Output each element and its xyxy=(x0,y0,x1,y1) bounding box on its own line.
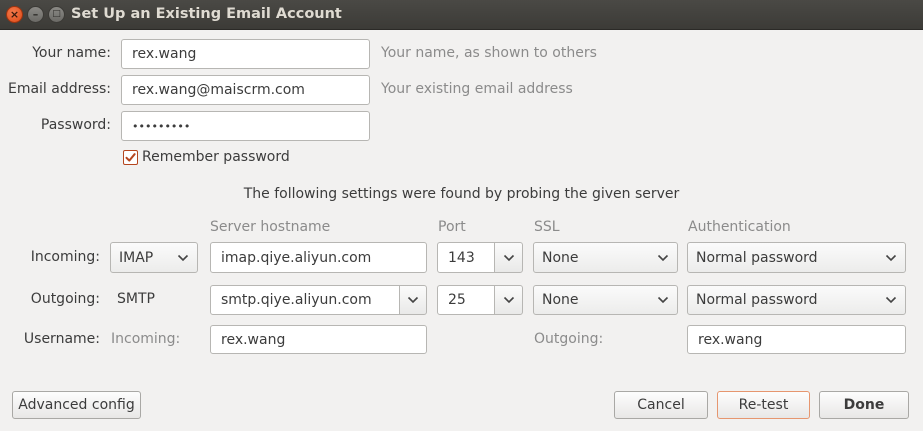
outgoing-hostname-input[interactable]: smtp.qiye.aliyun.com xyxy=(210,285,400,315)
incoming-ssl-select[interactable]: None xyxy=(533,242,678,273)
password-input[interactable]: ••••••••• xyxy=(121,111,370,141)
maximize-icon: □ xyxy=(52,9,61,19)
username-outgoing-label: Outgoing: xyxy=(534,331,604,347)
incoming-protocol-value: IMAP xyxy=(119,249,154,266)
incoming-authentication-value: Normal password xyxy=(696,249,818,266)
cancel-button[interactable]: Cancel xyxy=(614,391,708,419)
ssl-header: SSL xyxy=(534,219,560,235)
remember-password-checkbox[interactable] xyxy=(123,150,138,165)
minimize-window-button[interactable]: – xyxy=(27,6,44,23)
close-window-button[interactable]: × xyxy=(6,6,23,23)
your-name-input[interactable]: rex.wang xyxy=(121,39,370,69)
username-label: Username: xyxy=(23,331,100,347)
incoming-protocol-select[interactable]: IMAP xyxy=(110,242,198,273)
window-title: Set Up an Existing Email Account xyxy=(71,6,342,22)
outgoing-hostname-dropdown-button[interactable] xyxy=(399,285,427,315)
username-incoming-label: Incoming: xyxy=(111,331,181,347)
incoming-hostname-input[interactable]: imap.qiye.aliyun.com xyxy=(210,242,427,273)
outgoing-label: Outgoing: xyxy=(30,291,100,307)
chevron-down-icon xyxy=(885,296,897,304)
checkmark-icon xyxy=(125,153,136,162)
server-hostname-header: Server hostname xyxy=(210,219,331,235)
remember-password-label[interactable]: Remember password xyxy=(142,149,290,165)
done-button[interactable]: Done xyxy=(819,391,909,419)
probe-message: The following settings were found by pro… xyxy=(243,186,680,202)
chevron-down-icon xyxy=(657,296,669,304)
maximize-window-button[interactable]: □ xyxy=(48,6,65,23)
outgoing-port-input[interactable]: 25 xyxy=(437,285,495,315)
outgoing-port-dropdown-button[interactable] xyxy=(494,285,523,315)
incoming-username-input[interactable]: rex.wang xyxy=(210,325,427,354)
outgoing-authentication-value: Normal password xyxy=(696,292,818,308)
outgoing-ssl-select[interactable]: None xyxy=(533,285,678,315)
incoming-port-dropdown-button[interactable] xyxy=(494,242,523,273)
chevron-down-icon xyxy=(503,254,514,261)
close-icon: × xyxy=(9,8,20,21)
chevron-down-icon xyxy=(885,254,897,261)
title-bar: × – □ Set Up an Existing Email Account xyxy=(0,0,923,30)
authentication-header: Authentication xyxy=(688,219,791,235)
email-address-input[interactable]: rex.wang@maiscrm.com xyxy=(121,75,370,105)
chevron-down-icon xyxy=(407,296,419,304)
outgoing-protocol: SMTP xyxy=(117,291,155,307)
incoming-ssl-value: None xyxy=(542,249,579,266)
outgoing-username-input[interactable]: rex.wang xyxy=(687,325,906,354)
chevron-down-icon xyxy=(657,254,669,261)
password-label: Password: xyxy=(40,117,111,133)
chevron-down-icon xyxy=(503,296,514,304)
incoming-label: Incoming: xyxy=(30,249,100,265)
your-name-hint: Your name, as shown to others xyxy=(381,45,597,61)
port-header: Port xyxy=(438,219,466,235)
email-address-hint: Your existing email address xyxy=(381,81,573,97)
advanced-config-button[interactable]: Advanced config xyxy=(12,391,141,419)
outgoing-ssl-value: None xyxy=(542,292,579,308)
incoming-authentication-select[interactable]: Normal password xyxy=(687,242,906,273)
chevron-down-icon xyxy=(177,254,189,261)
minimize-icon: – xyxy=(32,8,39,21)
retest-button[interactable]: Re-test xyxy=(717,391,810,419)
incoming-port-input[interactable]: 143 xyxy=(437,242,495,273)
email-address-label: Email address: xyxy=(7,81,111,97)
your-name-label: Your name: xyxy=(32,45,111,61)
outgoing-authentication-select[interactable]: Normal password xyxy=(687,285,906,315)
